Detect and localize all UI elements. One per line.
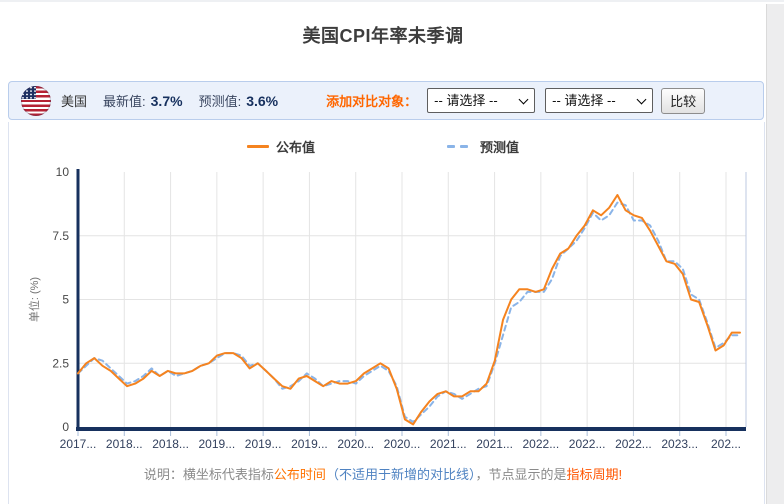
svg-text:2021...: 2021... [476,437,513,451]
svg-text:2020...: 2020... [337,437,374,451]
svg-text:2.5: 2.5 [52,356,69,370]
svg-text:5: 5 [62,293,69,307]
svg-text:2020...: 2020... [384,437,421,451]
svg-text:2017...: 2017... [60,437,97,451]
svg-text:2022...: 2022... [569,437,606,451]
svg-text:10: 10 [56,165,70,179]
svg-text:单位: (%): 单位: (%) [27,277,41,322]
svg-text:202...: 202... [711,437,741,451]
svg-text:2022...: 2022... [615,437,652,451]
svg-text:2023...: 2023... [661,437,698,451]
note-prefix: 说明：横坐标代表指标 [143,467,274,482]
svg-text:7.5: 7.5 [52,229,69,243]
svg-text:2022...: 2022... [523,437,560,451]
cpi-line-chart[interactable]: 2017... 2018... 2018... 2019... 2019... 2019.… [0,0,784,504]
note-mid: ，节点显示的是 [475,467,567,482]
svg-text:2018...: 2018... [106,437,143,451]
svg-text:0: 0 [62,420,69,434]
note-publish-time: 公布时间 [273,467,326,482]
footer-note: 说明：横坐标代表指标公布时间（不适用于新增的对比线），节点显示的是指标周期! [0,464,766,483]
svg-text:2021...: 2021... [430,437,467,451]
svg-text:2019...: 2019... [291,437,328,451]
note-period: 指标周期! [566,467,623,482]
svg-text:2018...: 2018... [152,437,189,451]
svg-text:2019...: 2019... [245,437,282,451]
svg-text:2019...: 2019... [199,437,236,451]
note-paren: （不适用于新增的对比线） [325,467,476,482]
